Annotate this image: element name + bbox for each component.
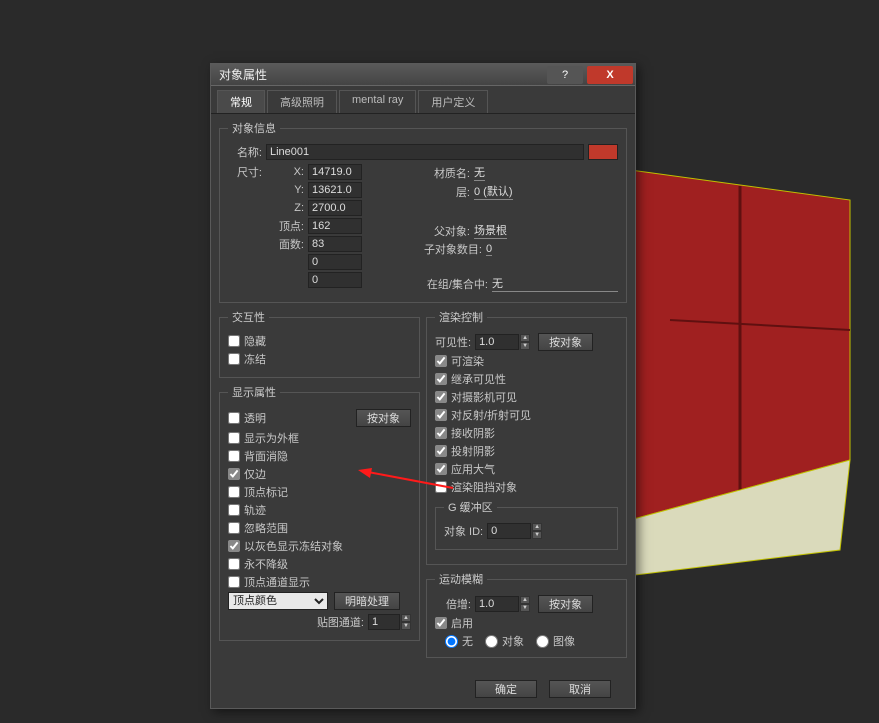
receiveshadow-check[interactable]: 接收阴影: [435, 425, 618, 441]
dialog-title: 对象属性: [211, 66, 545, 83]
titlebar[interactable]: 对象属性 ? X: [211, 64, 635, 86]
cancel-button[interactable]: 取消: [549, 680, 611, 698]
vcolordisplay-check[interactable]: 顶点通道显示: [228, 574, 411, 590]
shaded-button[interactable]: 明暗处理: [334, 592, 400, 610]
mb-none-radio[interactable]: [445, 635, 458, 648]
tab-bar: 常规 高级照明 mental ray 用户定义: [211, 86, 635, 114]
layer-label: 层:: [414, 184, 474, 200]
mb-image-radio[interactable]: [536, 635, 549, 648]
mult-spinner[interactable]: [475, 596, 519, 612]
render-legend: 渲染控制: [435, 309, 487, 325]
mat-value[interactable]: 无: [474, 164, 485, 181]
ignoreextents-check[interactable]: 忽略范围: [228, 520, 411, 536]
visibility-label: 可见性:: [435, 334, 475, 350]
visibletocam-check[interactable]: 对摄影机可见: [435, 389, 618, 405]
neverdegrade-check[interactable]: 永不降级: [228, 556, 411, 572]
interactivity-legend: 交互性: [228, 309, 269, 325]
render-group: 渲染控制 可见性: ▲▼ 按对象 可渲染 继承可见性 对摄影机可见 对反射/折射…: [426, 309, 627, 565]
chevron-down-icon[interactable]: ▼: [532, 531, 542, 539]
dialog-footer: 确定 取消: [211, 674, 635, 708]
object-info-group: 对象信息 名称: 尺寸: X: Y: Z: 顶点: 面数:: [219, 120, 627, 303]
parent-value[interactable]: 场景根: [474, 222, 507, 239]
objid-spinner[interactable]: [487, 523, 531, 539]
childcount-value: 0: [486, 243, 492, 256]
tab-adv-lighting[interactable]: 高级照明: [267, 90, 337, 113]
object-color-swatch[interactable]: [588, 144, 618, 160]
ok-button[interactable]: 确定: [475, 680, 537, 698]
trajectory-check[interactable]: 轨迹: [228, 502, 411, 518]
chevron-up-icon[interactable]: ▲: [520, 596, 530, 604]
display-legend: 显示属性: [228, 384, 280, 400]
render-byobject-button[interactable]: 按对象: [538, 333, 593, 351]
layer-value[interactable]: 0 (默认): [474, 183, 513, 200]
display-byobject-button[interactable]: 按对象: [356, 409, 411, 427]
name-label: 名称:: [228, 144, 266, 160]
tab-general[interactable]: 常规: [217, 90, 265, 113]
gbuffer-legend: G 缓冲区: [444, 499, 497, 515]
verts-field[interactable]: [308, 218, 362, 234]
chevron-down-icon[interactable]: ▼: [520, 604, 530, 612]
objid-label: 对象 ID:: [444, 523, 487, 539]
vertexticks-check[interactable]: 顶点标记: [228, 484, 411, 500]
parent-label: 父对象:: [414, 223, 474, 239]
visibletorefl-check[interactable]: 对反射/折射可见: [435, 407, 618, 423]
mb-enable-check[interactable]: 启用: [435, 615, 618, 631]
chevron-down-icon[interactable]: ▼: [520, 342, 530, 350]
mb-byobject-button[interactable]: 按对象: [538, 595, 593, 613]
tab-mentalray[interactable]: mental ray: [339, 90, 416, 113]
group-label: 在组/集合中:: [414, 276, 492, 292]
faces-field[interactable]: [308, 236, 362, 252]
extra1-field[interactable]: [308, 254, 362, 270]
z-label: Z:: [266, 202, 308, 214]
applyatmos-check[interactable]: 应用大气: [435, 461, 618, 477]
childcount-label: 子对象数目:: [414, 241, 486, 257]
visibility-spinner[interactable]: [475, 334, 519, 350]
dim-label: 尺寸:: [228, 164, 266, 180]
castshadow-check[interactable]: 投射阴影: [435, 443, 618, 459]
y-label: Y:: [266, 184, 308, 196]
interactivity-group: 交互性 隐藏 冻结: [219, 309, 420, 378]
chevron-up-icon[interactable]: ▲: [401, 614, 411, 622]
chevron-up-icon[interactable]: ▲: [520, 334, 530, 342]
viewport-3d-model: [600, 140, 860, 590]
dim-x-field[interactable]: [308, 164, 362, 180]
grayfrozen-check[interactable]: 以灰色显示冻结对象: [228, 538, 411, 554]
verts-label: 顶点:: [228, 218, 308, 234]
transparent-check[interactable]: 透明: [228, 410, 356, 426]
help-button[interactable]: ?: [547, 66, 583, 84]
tab-userdef[interactable]: 用户定义: [418, 90, 488, 113]
dim-z-field[interactable]: [308, 200, 362, 216]
chevron-down-icon[interactable]: ▼: [401, 622, 411, 630]
x-label: X:: [266, 166, 308, 178]
gbuffer-group: G 缓冲区 对象 ID: ▲▼: [435, 499, 618, 550]
motionblur-group: 运动模糊 倍增: ▲▼ 按对象 启用 无 对象 图像: [426, 571, 627, 658]
mult-label: 倍增:: [435, 596, 475, 612]
mapchannel-label: 贴图通道:: [317, 614, 368, 630]
dim-y-field[interactable]: [308, 182, 362, 198]
object-info-legend: 对象信息: [228, 120, 280, 136]
vcolor-select[interactable]: 顶点颜色: [228, 592, 328, 610]
object-properties-dialog: 对象属性 ? X 常规 高级照明 mental ray 用户定义 对象信息 名称…: [210, 63, 636, 709]
motionblur-legend: 运动模糊: [435, 571, 487, 587]
mb-object-radio[interactable]: [485, 635, 498, 648]
display-group: 显示属性 透明 按对象 显示为外框 背面消隐 仅边 顶点标记 轨迹 忽略范围 以…: [219, 384, 420, 641]
name-field[interactable]: [266, 144, 584, 160]
mapchannel-spinner[interactable]: [368, 614, 400, 630]
close-button[interactable]: X: [587, 66, 633, 84]
occlusion-check[interactable]: 渲染阻挡对象: [435, 479, 618, 495]
faces-label: 面数:: [228, 236, 308, 252]
chevron-up-icon[interactable]: ▲: [532, 523, 542, 531]
backfacecull-check[interactable]: 背面消隐: [228, 448, 411, 464]
renderable-check[interactable]: 可渲染: [435, 353, 618, 369]
freeze-check[interactable]: 冻结: [228, 351, 411, 367]
mat-label: 材质名:: [414, 165, 474, 181]
asbox-check[interactable]: 显示为外框: [228, 430, 411, 446]
hide-check[interactable]: 隐藏: [228, 333, 411, 349]
inheritvis-check[interactable]: 继承可见性: [435, 371, 618, 387]
edgesonly-check[interactable]: 仅边: [228, 466, 411, 482]
extra2-field[interactable]: [308, 272, 362, 288]
group-value: 无: [492, 275, 618, 292]
